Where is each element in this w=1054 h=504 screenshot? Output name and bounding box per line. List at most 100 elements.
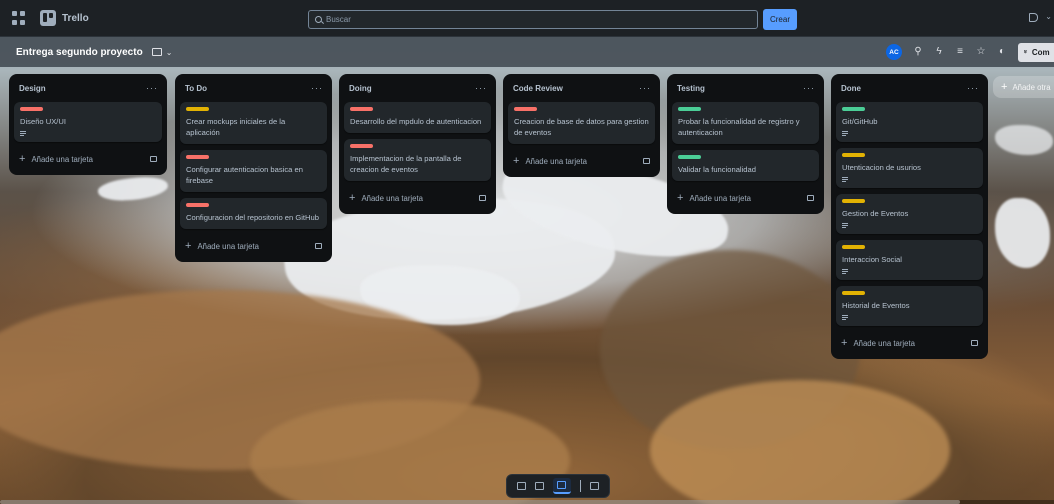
card[interactable]: Implementacion de la pantalla de creacio… bbox=[344, 139, 491, 181]
more-options-icon[interactable]: ··· bbox=[967, 84, 979, 93]
card-title: Configurar autenticacion basica en fireb… bbox=[186, 165, 303, 185]
card-label[interactable] bbox=[842, 107, 865, 111]
add-card-row[interactable]: + Añade una tarjeta bbox=[344, 187, 491, 209]
card-template-icon[interactable] bbox=[971, 340, 978, 346]
card-title: Utenticacion de usurios bbox=[842, 163, 921, 172]
add-card-row[interactable]: + Añade una tarjeta bbox=[672, 187, 819, 209]
card[interactable]: Crear mockups iniciales de la aplicación bbox=[180, 102, 327, 144]
card[interactable]: Configurar autenticacion basica en fireb… bbox=[180, 150, 327, 192]
trello-logo[interactable]: Trello bbox=[40, 10, 89, 26]
list-title[interactable]: To Do bbox=[185, 84, 207, 93]
card[interactable]: Configuracion del repositorio en GitHub bbox=[180, 198, 327, 229]
more-options-icon[interactable]: ··· bbox=[639, 84, 651, 93]
add-card-row[interactable]: + Añade una tarjeta bbox=[180, 235, 327, 257]
plus-icon: + bbox=[19, 153, 26, 165]
board-view-tab[interactable] bbox=[552, 478, 571, 494]
plus-icon: + bbox=[185, 240, 192, 252]
card[interactable]: Validar la funcionalidad bbox=[672, 150, 819, 181]
card-label[interactable] bbox=[186, 203, 209, 207]
app-switcher-icon[interactable] bbox=[12, 11, 26, 25]
card-label[interactable] bbox=[842, 153, 865, 157]
add-card-button[interactable]: Añade una tarjeta bbox=[31, 155, 93, 164]
add-card-button[interactable]: Añade una tarjeta bbox=[853, 339, 915, 348]
card-label[interactable] bbox=[186, 107, 209, 111]
more-options-icon[interactable]: ··· bbox=[803, 84, 815, 93]
card[interactable]: Creacion de base de datos para gestion d… bbox=[508, 102, 655, 144]
create-button[interactable]: Crear bbox=[763, 9, 797, 30]
switch-boards-icon[interactable] bbox=[589, 482, 599, 490]
card-label[interactable] bbox=[842, 291, 865, 295]
card[interactable]: Desarrollo del mpdulo de autenticacion bbox=[344, 102, 491, 133]
card-template-icon[interactable] bbox=[315, 243, 322, 249]
chevron-down-icon[interactable]: ⌄ bbox=[166, 48, 173, 57]
add-card-button[interactable]: Añade una tarjeta bbox=[197, 242, 259, 251]
card[interactable]: Historial de Eventos bbox=[836, 286, 983, 326]
card[interactable]: Probar la funcionalidad de registro y au… bbox=[672, 102, 819, 144]
add-card-row[interactable]: + Añade una tarjeta bbox=[14, 148, 162, 170]
list-title[interactable]: Design bbox=[19, 84, 46, 93]
card-label[interactable] bbox=[678, 155, 701, 159]
card-title: Historial de Eventos bbox=[842, 301, 910, 310]
avatar[interactable]: AC bbox=[886, 44, 902, 60]
board-title[interactable]: Entrega segundo proyecto bbox=[16, 47, 143, 58]
list-done: Done ··· Git/GitHub Utenticacion de usur… bbox=[831, 74, 988, 359]
card-label[interactable] bbox=[514, 107, 537, 111]
card-template-icon[interactable] bbox=[643, 158, 650, 164]
list-title[interactable]: Testing bbox=[677, 84, 705, 93]
card-label[interactable] bbox=[842, 245, 865, 249]
description-icon bbox=[842, 177, 848, 182]
chevron-down-icon[interactable]: ⌄ bbox=[1045, 12, 1052, 21]
card-title: Probar la funcionalidad de registro y au… bbox=[678, 117, 800, 137]
card-template-icon[interactable] bbox=[479, 195, 486, 201]
search-input[interactable] bbox=[326, 15, 726, 24]
list-title[interactable]: Done bbox=[841, 84, 861, 93]
card-title: Implementacion de la pantalla de creacio… bbox=[350, 154, 462, 174]
horizontal-scrollbar[interactable] bbox=[0, 500, 1054, 504]
card-title: Desarrollo del mpdulo de autenticacion bbox=[350, 117, 482, 126]
description-icon bbox=[842, 315, 848, 320]
card-label[interactable] bbox=[350, 107, 373, 111]
list-title[interactable]: Doing bbox=[349, 84, 372, 93]
automation-icon[interactable]: ϟ bbox=[934, 47, 944, 57]
card[interactable]: Git/GitHub bbox=[836, 102, 983, 142]
filter-icon[interactable]: ≡ bbox=[955, 47, 965, 57]
more-options-icon[interactable]: ··· bbox=[475, 84, 487, 93]
card-title: Configuracion del repositorio en GitHub bbox=[186, 213, 319, 222]
card[interactable]: Gestion de Eventos bbox=[836, 194, 983, 234]
description-icon bbox=[842, 269, 848, 274]
rocket-icon[interactable]: ⚲ bbox=[913, 47, 923, 57]
card[interactable]: Utenticacion de usurios bbox=[836, 148, 983, 188]
more-options-icon[interactable]: ··· bbox=[146, 84, 158, 93]
card-title: Diseño UX/UI bbox=[20, 117, 67, 126]
megaphone-icon[interactable] bbox=[1029, 13, 1038, 22]
share-button[interactable]: ⍤ Com bbox=[1018, 42, 1054, 62]
card-template-icon[interactable] bbox=[807, 195, 814, 201]
add-card-button[interactable]: Añade una tarjeta bbox=[361, 194, 423, 203]
card-template-icon[interactable] bbox=[150, 156, 157, 162]
add-card-row[interactable]: + Añade una tarjeta bbox=[508, 150, 655, 172]
board-view-icon[interactable] bbox=[151, 48, 162, 56]
card-label[interactable] bbox=[186, 155, 209, 159]
card[interactable]: Diseño UX/UI bbox=[14, 102, 162, 142]
card[interactable]: Interaccion Social bbox=[836, 240, 983, 280]
add-card-button[interactable]: Añade una tarjeta bbox=[689, 194, 751, 203]
card-title: Interaccion Social bbox=[842, 255, 902, 264]
add-card-row[interactable]: + Añade una tarjeta bbox=[836, 332, 983, 354]
card-label[interactable] bbox=[20, 107, 43, 111]
add-card-button[interactable]: Añade una tarjeta bbox=[525, 157, 587, 166]
card-label[interactable] bbox=[350, 144, 373, 148]
card-label[interactable] bbox=[842, 199, 865, 203]
plus-icon: + bbox=[513, 155, 520, 167]
add-user-icon: ⍤ bbox=[1023, 47, 1028, 56]
list-title[interactable]: Code Review bbox=[513, 84, 563, 93]
inbox-icon[interactable] bbox=[517, 482, 527, 490]
visibility-icon[interactable]: ◐ bbox=[997, 47, 1007, 57]
description-icon bbox=[842, 223, 848, 228]
view-switcher bbox=[506, 474, 610, 498]
search-box[interactable] bbox=[308, 10, 758, 29]
planner-icon[interactable] bbox=[535, 482, 545, 490]
star-icon[interactable]: ☆ bbox=[976, 47, 986, 57]
add-list-button[interactable]: + Añade otra bbox=[993, 76, 1054, 98]
more-options-icon[interactable]: ··· bbox=[311, 84, 323, 93]
card-label[interactable] bbox=[678, 107, 701, 111]
